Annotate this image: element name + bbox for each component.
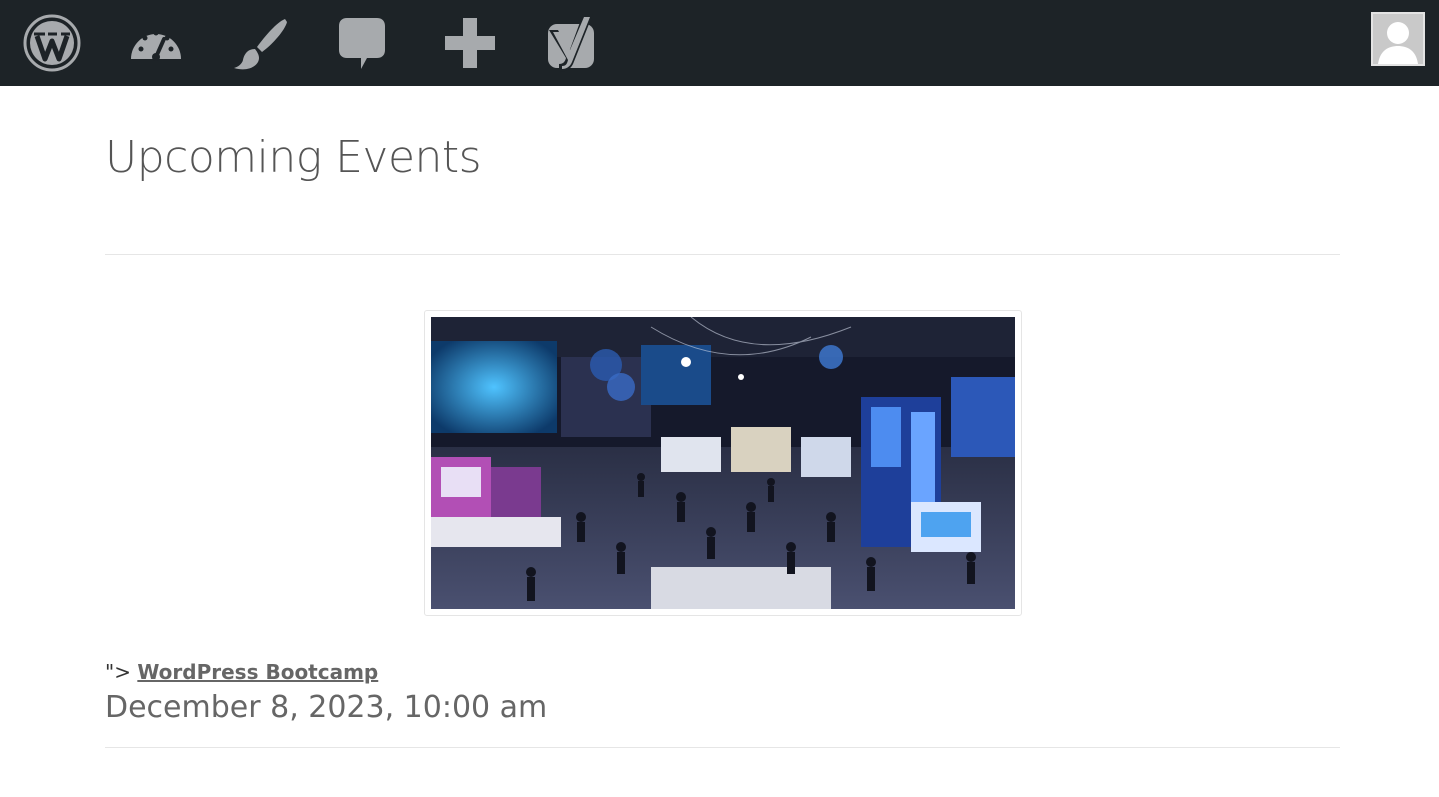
page-title: Upcoming Events [105, 132, 482, 183]
event-title-line: "> WordPress Bootcamp [105, 660, 378, 684]
wordpress-logo-icon[interactable] [18, 0, 86, 86]
event-title-prefix: "> [105, 660, 131, 684]
yoast-seo-icon[interactable] [542, 0, 604, 86]
new-content-plus-icon[interactable] [438, 0, 502, 86]
user-avatar-icon[interactable] [1371, 12, 1425, 66]
event-date: December 8, 2023, 10:00 am [105, 690, 548, 725]
event-title-link[interactable]: WordPress Bootcamp [137, 660, 378, 684]
event-featured-image[interactable] [431, 317, 1015, 609]
comments-icon[interactable] [332, 0, 392, 86]
event-divider [105, 747, 1340, 748]
dashboard-icon[interactable] [124, 0, 188, 86]
title-divider [105, 254, 1340, 255]
customize-brush-icon[interactable] [228, 0, 292, 86]
event-image-frame [424, 310, 1022, 616]
admin-bar [0, 0, 1439, 86]
